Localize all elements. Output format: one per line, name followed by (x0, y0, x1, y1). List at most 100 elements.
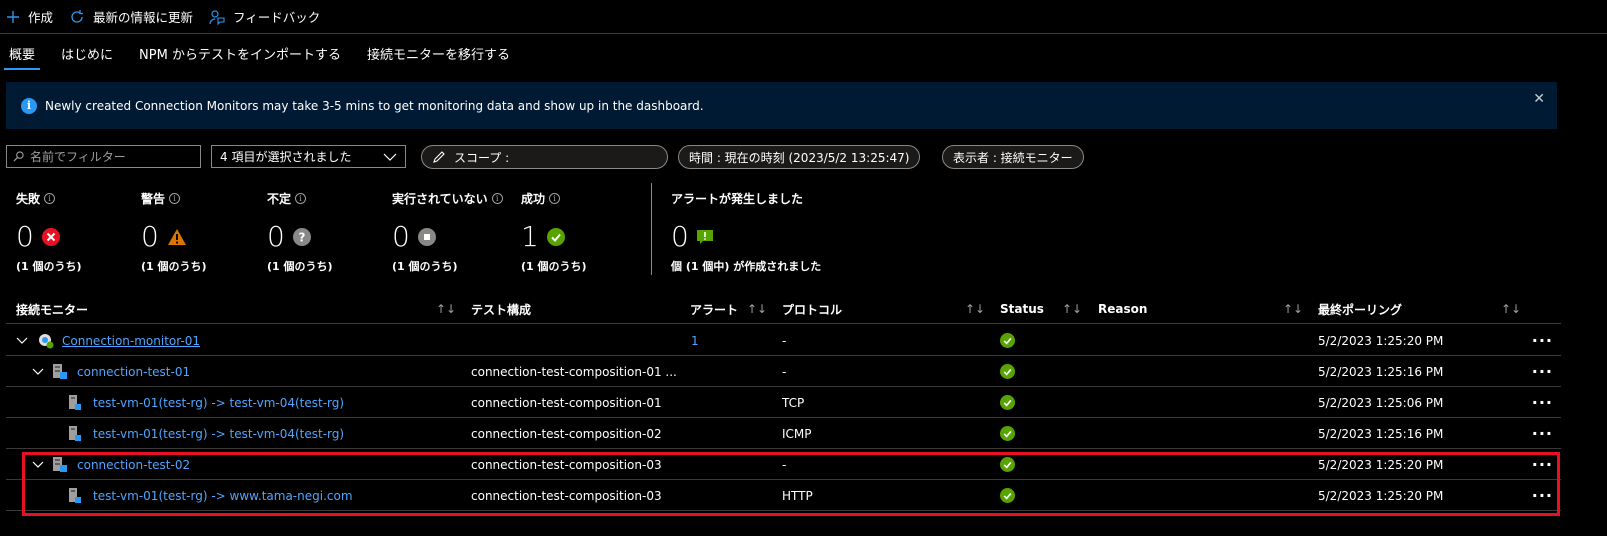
stat-label: 実行されていない (392, 192, 488, 206)
test-group-icon (53, 363, 67, 379)
success-icon (1000, 364, 1015, 379)
connection-monitor-icon (39, 333, 54, 348)
col-status[interactable]: Status (1000, 294, 1044, 324)
more-options-icon[interactable]: ··· (1532, 387, 1553, 418)
col-reason[interactable]: Reason (1098, 294, 1147, 324)
chevron-down-icon (383, 153, 397, 161)
row-composition: connection-test-composition-01 (471, 395, 662, 410)
info-icon: i (21, 97, 37, 114)
more-options-icon[interactable]: ··· (1532, 418, 1553, 449)
stat-label: 成功 (521, 192, 546, 206)
stat-label: 不定 (267, 192, 292, 206)
stat-alerts: アラートが発生しました 0 個 (1 個中) が作成されました (671, 190, 821, 273)
name-filter-input[interactable]: 名前でフィルター (6, 145, 201, 168)
filter-bar: 名前でフィルター 4 項目が選択されました スコープ : 時間 : 現在の時刻 … (0, 145, 1607, 169)
table-row[interactable]: test-vm-01(test-rg) -> test-vm-04(test-r… (6, 418, 1561, 449)
stat-sub: (1 個のうち) (267, 260, 333, 273)
tab-import-npm[interactable]: NPM からテストをインポートする (130, 36, 350, 70)
stat-sub: (1 個のうち) (141, 260, 207, 273)
sort-icon[interactable]: ↑↓ (747, 294, 767, 324)
stopped-icon (417, 227, 436, 246)
row-name-link[interactable]: connection-test-01 (77, 356, 190, 387)
stat-success: 成功 i 1 (1 個のうち) (521, 190, 587, 273)
refresh-icon (71, 9, 84, 23)
warning-icon (167, 228, 186, 245)
tab-overview[interactable]: 概要 (0, 36, 44, 70)
row-name-link[interactable]: Connection-monitor-01 (62, 325, 200, 356)
table-row[interactable]: Connection-monitor-01 1 - 5/2/2023 1:25:… (6, 325, 1561, 356)
stat-label: 警告 (141, 192, 166, 206)
stat-label: アラートが発生しました (671, 192, 804, 206)
col-connection-monitor[interactable]: 接続モニター (16, 294, 88, 324)
create-label: 作成 (28, 10, 54, 25)
error-icon (41, 227, 60, 246)
chevron-down-icon[interactable] (32, 368, 44, 376)
refresh-button[interactable]: 最新の情報に更新 (69, 7, 193, 26)
test-icon (69, 425, 81, 441)
success-icon (1000, 426, 1015, 441)
more-options-icon[interactable]: ··· (1532, 356, 1553, 387)
scope-label: スコープ : (454, 150, 510, 165)
stat-value: 0 (671, 220, 689, 253)
success-icon (1000, 488, 1015, 503)
sort-icon[interactable]: ↑↓ (965, 294, 985, 324)
col-alerts[interactable]: アラート (690, 294, 738, 324)
more-options-icon[interactable]: ··· (1532, 449, 1553, 480)
chevron-down-icon[interactable] (16, 337, 28, 345)
col-last-polled[interactable]: 最終ポーリング (1318, 294, 1402, 324)
feedback-button[interactable]: フィードバック (209, 7, 320, 26)
stats-divider (651, 183, 652, 275)
stat-not-running: 実行されていない i 0 (1 個のうち) (392, 190, 503, 273)
tab-getting-started[interactable]: はじめに (52, 36, 122, 70)
table-row[interactable]: test-vm-01(test-rg) -> test-vm-04(test-r… (6, 387, 1561, 418)
col-protocol[interactable]: プロトコル (782, 294, 842, 324)
sort-icon[interactable]: ↑↓ (1283, 294, 1303, 324)
svg-text:?: ? (298, 230, 305, 244)
alert-icon (696, 229, 713, 244)
row-name-link[interactable]: test-vm-01(test-rg) -> test-vm-04(test-r… (93, 418, 344, 449)
row-last-polled: 5/2/2023 1:25:20 PM (1318, 333, 1444, 348)
unknown-icon: ? (292, 227, 311, 246)
more-options-icon[interactable]: ··· (1532, 325, 1553, 356)
search-icon (13, 151, 24, 162)
tab-bar: 概要 はじめに NPM からテストをインポートする 接続モニターを移行する (0, 36, 527, 70)
sort-icon[interactable]: ↑↓ (436, 294, 456, 324)
row-last-polled: 5/2/2023 1:25:16 PM (1318, 426, 1444, 441)
stat-value: 0 (267, 220, 285, 253)
stat-value: 1 (521, 220, 539, 253)
close-icon[interactable]: ✕ (1533, 91, 1545, 107)
info-icon: i (169, 193, 181, 204)
grid-header: 接続モニター ↑↓ テスト構成 アラート ↑↓ プロトコル ↑↓ Status … (6, 294, 1561, 324)
row-name-link[interactable]: test-vm-01(test-rg) -> test-vm-04(test-r… (93, 387, 344, 418)
sort-icon[interactable]: ↑↓ (1062, 294, 1082, 324)
viewer-filter-pill[interactable]: 表示者 : 接続モニター (942, 145, 1084, 169)
chevron-down-icon[interactable] (32, 461, 44, 469)
row-composition: connection-test-composition-01 ... (471, 364, 677, 379)
status-select[interactable]: 4 項目が選択されました (211, 145, 406, 168)
table-row[interactable]: connection-test-01 connection-test-compo… (6, 356, 1561, 387)
test-icon (69, 394, 81, 410)
sort-icon[interactable]: ↑↓ (1501, 294, 1521, 324)
scope-filter-pill[interactable]: スコープ : (421, 145, 668, 169)
stat-value: 0 (392, 220, 410, 253)
table-row[interactable]: connection-test-02 connection-test-compo… (6, 449, 1561, 480)
success-icon (1000, 333, 1015, 348)
row-alerts-link[interactable]: 1 (691, 325, 699, 356)
row-name-link[interactable]: connection-test-02 (77, 449, 190, 480)
tab-migrate[interactable]: 接続モニターを移行する (358, 36, 519, 70)
table-row[interactable]: test-vm-01(test-rg) -> www.tama-negi.com… (6, 480, 1561, 511)
stat-sub: (1 個のうち) (521, 260, 587, 273)
row-composition: connection-test-composition-03 (471, 457, 662, 472)
more-options-icon[interactable]: ··· (1532, 480, 1553, 511)
row-name-link[interactable]: test-vm-01(test-rg) -> www.tama-negi.com (93, 480, 353, 511)
stat-label: 失敗 (16, 192, 41, 206)
create-button[interactable]: 作成 (6, 7, 53, 26)
info-icon: i (44, 193, 56, 204)
row-last-polled: 5/2/2023 1:25:20 PM (1318, 488, 1444, 503)
row-last-polled: 5/2/2023 1:25:06 PM (1318, 395, 1444, 410)
info-icon: i (549, 193, 561, 204)
name-filter-placeholder: 名前でフィルター (30, 150, 126, 164)
col-test-composition[interactable]: テスト構成 (471, 294, 531, 324)
time-filter-pill[interactable]: 時間 : 現在の時刻 (2023/5/2 13:25:47) (678, 145, 921, 169)
row-protocol: TCP (782, 395, 805, 410)
